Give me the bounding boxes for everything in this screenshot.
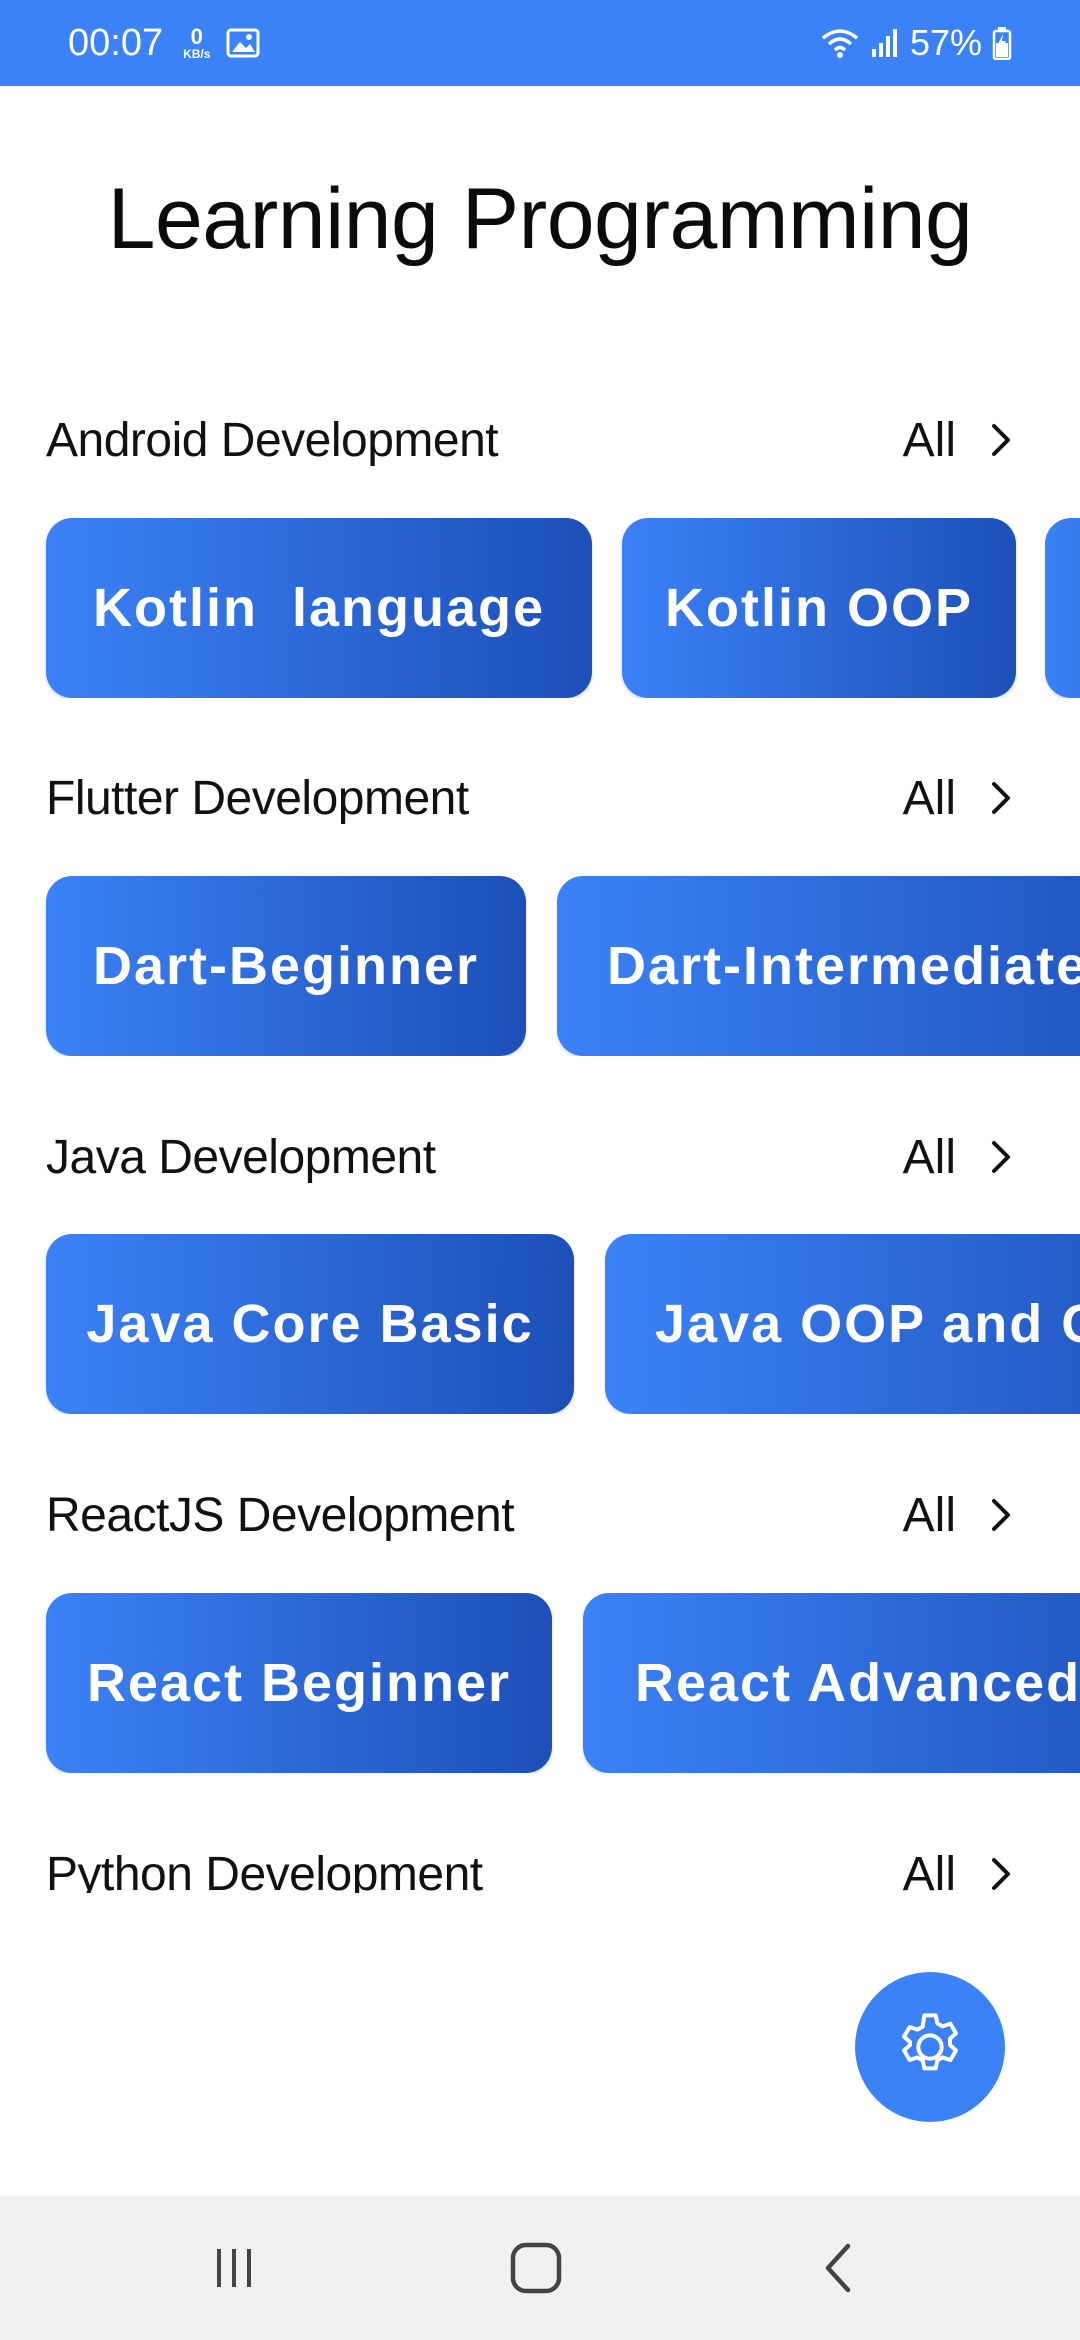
section-title: Java Development xyxy=(46,1130,436,1184)
recent-apps-icon xyxy=(217,2249,251,2287)
section-title: ReactJS Development xyxy=(46,1488,515,1542)
image-icon xyxy=(226,28,260,58)
section-title: Flutter Development xyxy=(46,771,469,825)
section-title: Python Development xyxy=(46,1847,483,1894)
section-header-android: Android Development All xyxy=(46,405,1016,475)
battery-percent: 57% xyxy=(909,22,982,63)
section-clip-python: Python Development All xyxy=(0,1835,1080,1893)
chevron-right-icon xyxy=(992,424,1010,456)
see-all-label: All xyxy=(902,1488,956,1542)
course-chip-java-oop[interactable]: Java OOP and C xyxy=(605,1234,1080,1414)
section-header-reactjs: ReactJS Development All xyxy=(46,1480,1016,1550)
see-all-button-python[interactable]: All xyxy=(902,1847,1016,1894)
see-all-button-reactjs[interactable]: All xyxy=(903,1488,1016,1543)
see-all-label: All xyxy=(902,413,956,467)
signal-icon xyxy=(871,29,897,57)
back-icon xyxy=(825,2243,851,2293)
chip-row-reactjs: React Beginner React Advanced xyxy=(0,1593,1080,1773)
see-all-label: All xyxy=(902,1847,956,1894)
course-chip-dart-beginner[interactable]: Dart-Beginner xyxy=(46,876,526,1056)
see-all-label: All xyxy=(902,771,956,825)
wifi-icon xyxy=(821,29,859,58)
page-title: Learning Programming xyxy=(107,171,973,267)
course-chip-kotlin-oop[interactable]: Kotlin OOP xyxy=(622,518,1016,698)
section-header-java: Java Development All xyxy=(46,1122,1016,1192)
section-header-python: Python Development All xyxy=(46,1839,1016,1893)
system-nav-bar xyxy=(0,2196,1080,2340)
status-time: 00:07 xyxy=(68,21,164,64)
network-speed: 0 KB/s xyxy=(183,24,211,61)
chip-row-android: Kotlin language Kotlin OOP xyxy=(0,518,1080,698)
back-button[interactable] xyxy=(758,2196,918,2340)
chevron-right-icon xyxy=(992,1499,1010,1531)
chevron-right-icon xyxy=(992,1141,1010,1173)
course-chip-kotlin-language[interactable]: Kotlin language xyxy=(46,518,592,698)
course-chip-partial[interactable] xyxy=(1045,518,1080,698)
chip-row-java: Java Core Basic Java OOP and C xyxy=(0,1234,1080,1414)
chip-row-flutter: Dart-Beginner Dart-Intermediate xyxy=(0,876,1080,1056)
home-icon xyxy=(510,2242,562,2294)
settings-fab-button[interactable] xyxy=(855,1972,1005,2122)
chevron-right-icon xyxy=(992,782,1010,814)
section-header-flutter: Flutter Development All xyxy=(46,763,1016,833)
see-all-label: All xyxy=(902,1130,956,1184)
course-chip-dart-intermediate[interactable]: Dart-Intermediate xyxy=(557,876,1080,1056)
course-chip-java-core-basic[interactable]: Java Core Basic xyxy=(46,1234,574,1414)
home-button[interactable] xyxy=(456,2196,616,2340)
course-chip-react-advanced[interactable]: React Advanced xyxy=(583,1593,1080,1773)
status-bar: 00:07 0 KB/s 57% xyxy=(0,0,1080,86)
see-all-button-flutter[interactable]: All xyxy=(903,771,1016,826)
gear-icon xyxy=(902,2013,958,2071)
recent-apps-button[interactable] xyxy=(154,2196,314,2340)
course-chip-react-beginner[interactable]: React Beginner xyxy=(46,1593,552,1773)
section-title: Android Development xyxy=(46,413,499,467)
see-all-button-android[interactable]: All xyxy=(903,413,1016,468)
chevron-right-icon xyxy=(992,1858,1010,1890)
see-all-button-java[interactable]: All xyxy=(903,1130,1016,1185)
battery-icon xyxy=(992,27,1012,60)
